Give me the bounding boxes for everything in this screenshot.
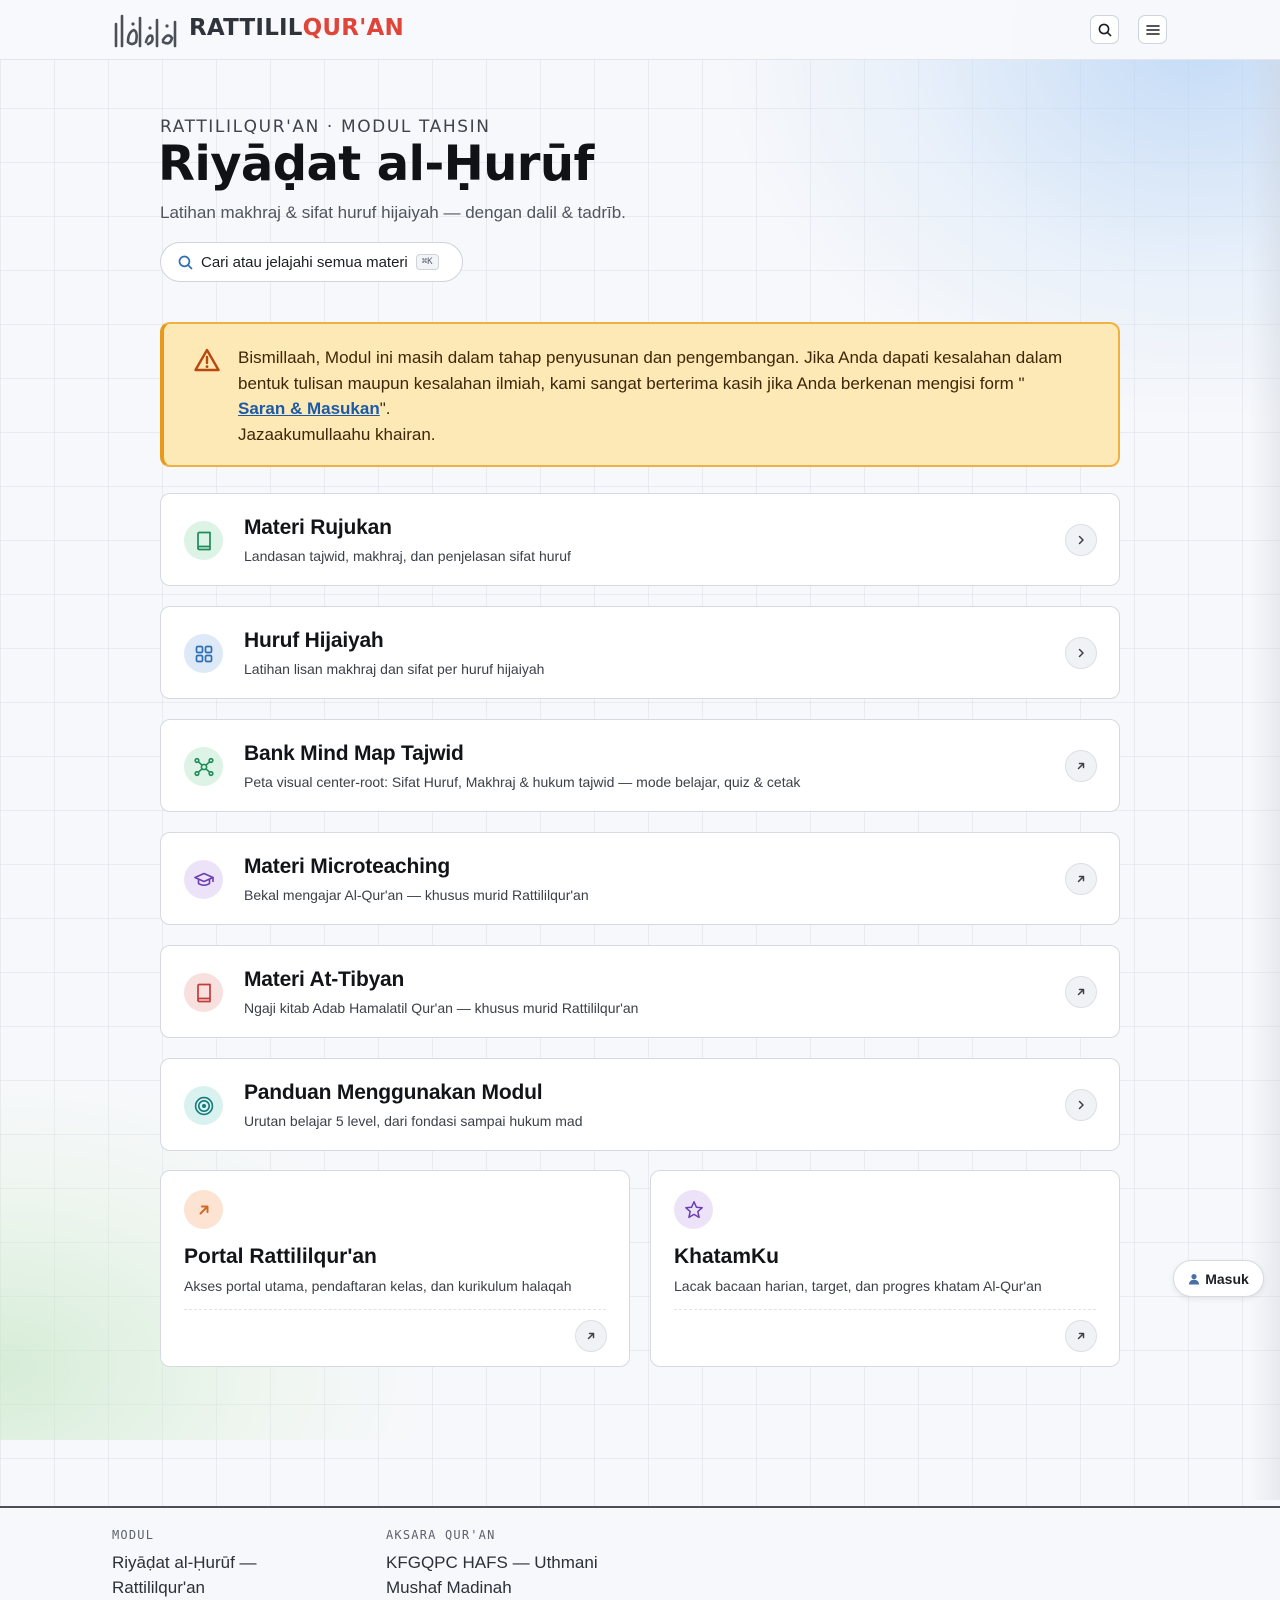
tile-portal-rattililquran[interactable]: Portal Rattililqur'an Akses portal utama… [160,1170,630,1367]
star-icon [684,1200,703,1218]
card-title: Bank Mind Map Tajwid [244,742,464,765]
footer-value: KFGQPC HAFS — Uthmani Mushaf Madinah [386,1553,598,1597]
page-title: Riyāḍat al-Ḥurūf [158,136,594,192]
login-label: Masuk [1205,1270,1249,1287]
card-title: Materi Rujukan [244,516,392,539]
tile-divider [674,1309,1096,1310]
notice-text: Bismillaah, Modul ini masih dalam tahap … [238,348,1063,393]
tile-icon [674,1190,713,1229]
arrow-up-right-icon[interactable] [1065,976,1097,1008]
card-title: Huruf Hijaiyah [244,629,384,652]
footer: MODUL Riyāḍat al-Ḥurūf — Rattililqur'an … [0,1506,1280,1600]
card-icon [184,860,223,899]
tile-divider [184,1309,606,1310]
card-description: Urutan belajar 5 level, dari fondasi sam… [244,1113,583,1129]
footer-column-module: MODUL Riyāḍat al-Ḥurūf — Rattililqur'an [112,1528,282,1600]
top-bar: RATTILILQUR'AN [0,0,1280,60]
grid-icon [195,645,212,662]
menu-button[interactable] [1138,15,1167,44]
arrow-up-right-icon [199,1205,208,1214]
card-description: Latihan lisan makhraj dan sifat per huru… [244,661,545,677]
tile-icon [184,1190,223,1229]
card-icon [184,634,223,673]
card-icon [184,1086,223,1125]
card-bank-mind-map[interactable]: Bank Mind Map Tajwid Peta visual center-… [160,719,1120,812]
arrow-up-right-icon[interactable] [575,1320,607,1352]
card-panduan-modul[interactable]: Panduan Menggunakan Modul Urutan belajar… [160,1058,1120,1151]
card-title: Materi Microteaching [244,855,451,878]
login-button[interactable]: Masuk [1173,1260,1264,1297]
tile-khatamku[interactable]: KhatamKu Lacak bacaan harian, target, da… [650,1170,1120,1367]
search-shortcut-badge: ⌘K [415,254,439,270]
notice-text-end: ". [379,399,391,418]
logo-text-main: RATTILIL [189,15,303,41]
page-subtitle: Latihan makhraj & sifat huruf hijaiyah —… [160,203,626,222]
chevron-right-icon[interactable] [1065,524,1097,556]
search-button[interactable] [1090,15,1119,44]
target-icon [194,1096,213,1115]
card-title: Panduan Menggunakan Modul [244,1081,543,1104]
warning-icon [194,348,220,372]
menu-icon [1145,24,1160,35]
card-materi-at-tibyan[interactable]: Materi At-Tibyan Ngaji kitab Adab Hamala… [160,945,1120,1038]
notice-closing: Jazaakumullaahu khairan. [238,424,436,444]
feedback-link[interactable]: Saran & Masukan [238,399,380,418]
footer-heading: AKSARA QUR'AN [386,1528,496,1542]
chevron-right-icon[interactable] [1065,1089,1097,1121]
card-description: Landasan tajwid, makhraj, dan penjelasan… [244,548,571,564]
arrow-up-right-icon[interactable] [1065,863,1097,895]
card-huruf-hijaiyah[interactable]: Huruf Hijaiyah Latihan lisan makhraj dan… [160,606,1120,699]
logo-calligraphy-icon[interactable] [112,12,180,48]
arrow-up-right-icon[interactable] [1065,1320,1097,1352]
page-eyebrow: RATTILILQUR'AN · MODUL TAHSIN [160,117,491,137]
tile-title: Portal Rattililqur'an [184,1245,377,1268]
user-icon [1188,1273,1200,1285]
arrow-up-right-icon[interactable] [1065,750,1097,782]
search-input[interactable]: Cari atau jelajahi semua materi ⌘K [160,242,463,282]
card-title: Materi At-Tibyan [244,968,405,991]
chevron-right-icon[interactable] [1065,637,1097,669]
tile-title: KhatamKu [674,1245,780,1268]
search-icon [178,255,193,269]
book-icon [196,531,211,550]
card-icon [184,973,223,1012]
card-icon [184,747,223,786]
card-description: Bekal mengajar Al-Qur'an — khusus murid … [244,887,589,903]
search-icon [1098,23,1111,36]
card-description: Peta visual center-root: Sifat Huruf, Ma… [244,774,801,790]
logo-wordmark[interactable]: RATTILILQUR'AN [189,15,404,41]
graduation-cap-icon [193,872,214,886]
tile-description: Lacak bacaan harian, target, dan progres… [674,1278,1042,1294]
logo-text-accent: QUR'AN [302,15,404,41]
card-description: Ngaji kitab Adab Hamalatil Qur'an — khus… [244,1000,639,1016]
card-materi-microteaching[interactable]: Materi Microteaching Bekal mengajar Al-Q… [160,832,1120,925]
footer-heading: MODUL [112,1528,155,1542]
notice-message: Bismillaah, Modul ini masih dalam tahap … [238,345,1098,447]
development-notice: Bismillaah, Modul ini masih dalam tahap … [160,322,1120,467]
footer-value: Riyāḍat al-Ḥurūf — Rattililqur'an [112,1553,257,1597]
book-icon [196,983,211,1002]
footer-column-font: AKSARA QUR'AN KFGQPC HAFS — Uthmani Mush… [386,1528,606,1600]
search-label: Cari atau jelajahi semua materi [201,253,408,271]
tile-description: Akses portal utama, pendaftaran kelas, d… [184,1278,572,1294]
card-materi-rujukan[interactable]: Materi Rujukan Landasan tajwid, makhraj,… [160,493,1120,586]
mind-map-icon [193,757,214,776]
card-icon [184,521,223,560]
